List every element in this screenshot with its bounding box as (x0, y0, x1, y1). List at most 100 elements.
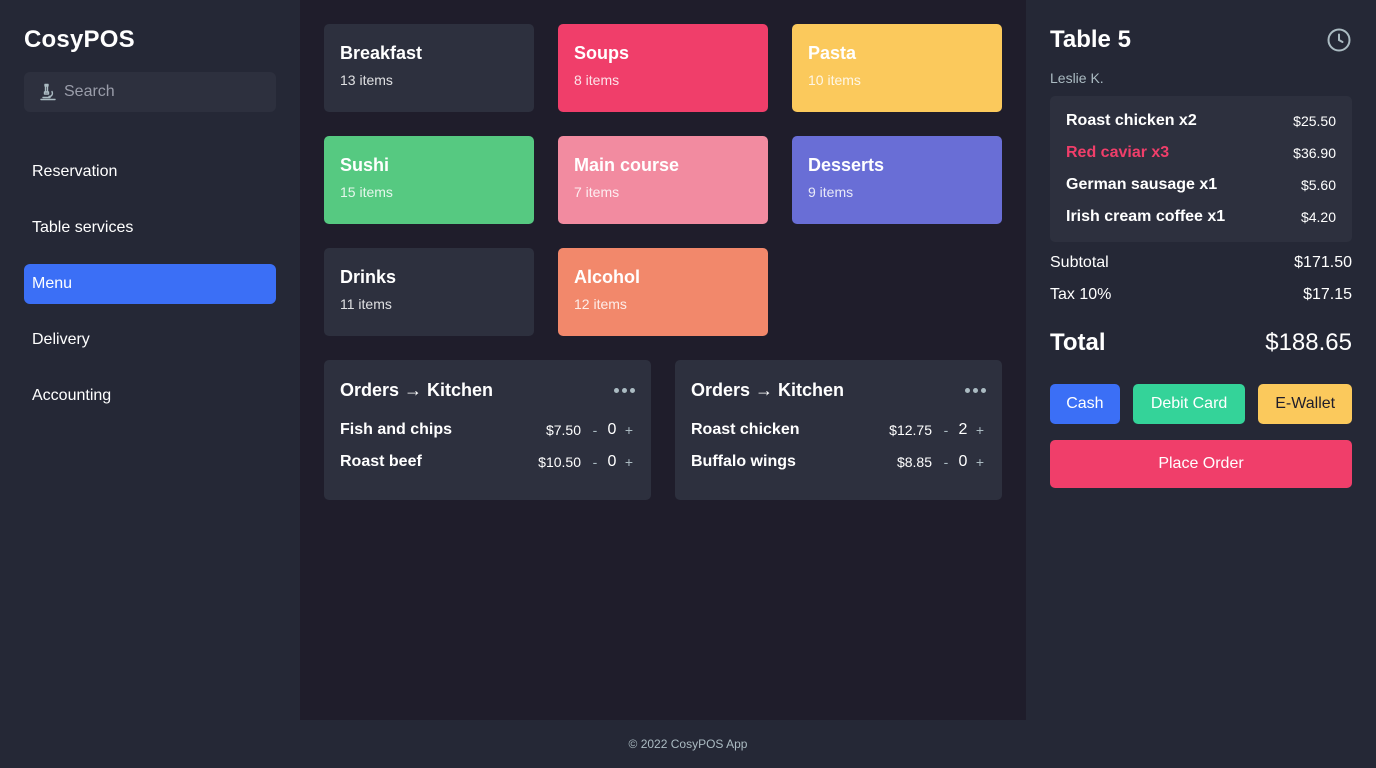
bill-item-name: Red caviar x3 (1066, 144, 1170, 161)
order-item-qty: 2 (958, 421, 968, 438)
category-card-breakfast[interactable]: Breakfast 13 items (324, 24, 534, 112)
order-item-name: Roast chicken (691, 421, 800, 438)
order-summary-panel: Table 5 Leslie K. Roast chicken x2 $25.5… (1026, 0, 1376, 720)
order-item-qty: 0 (958, 453, 968, 470)
decrement-button[interactable]: - (589, 422, 601, 438)
bill-item-price: $25.50 (1293, 113, 1336, 129)
footer: © 2022 CosyPOS App (0, 720, 1376, 768)
decrement-button[interactable]: - (940, 454, 952, 470)
category-card-drinks[interactable]: Drinks 11 items (324, 248, 534, 336)
debit-card-button[interactable]: Debit Card (1132, 384, 1246, 424)
bill-item-name: Roast chicken x2 (1066, 112, 1197, 129)
app-logo: CosyPOS (24, 26, 135, 53)
order-row: Fish and chips $7.50 - 0 + (340, 418, 635, 442)
kitchen-orders: Orders → Kitchen Fish and chips $7.50 - … (324, 360, 1002, 500)
category-name: Soups (574, 43, 630, 63)
table-title: Table 5 (1050, 26, 1131, 53)
category-card-main-course[interactable]: Main course 7 items (558, 136, 768, 224)
category-name: Main course (574, 155, 680, 175)
order-card-title: Orders → Kitchen (340, 379, 494, 400)
order-item-price: $12.75 (889, 422, 932, 438)
category-count: 11 items (340, 296, 392, 312)
category-count: 15 items (340, 184, 393, 200)
order-item-name: Fish and chips (340, 421, 453, 438)
order-item-name: Roast beef (340, 453, 422, 470)
order-card-title: Orders → Kitchen (691, 379, 845, 400)
category-count: 9 items (808, 184, 854, 200)
subtotal-value: $171.50 (1294, 254, 1352, 271)
nav-item-table-services[interactable]: Table services (24, 208, 276, 248)
payment-methods: Cash Debit Card E-Wallet (1050, 384, 1352, 424)
subtotal-label: Subtotal (1050, 254, 1109, 271)
increment-button[interactable]: + (623, 422, 635, 438)
search-box[interactable] (24, 72, 276, 112)
order-row: Roast chicken $12.75 - 2 + (691, 418, 986, 442)
cash-button[interactable]: Cash (1050, 384, 1120, 424)
nav-item-reservation[interactable]: Reservation (24, 152, 276, 192)
main-nav: Reservation Table services Menu Delivery… (24, 152, 276, 416)
microscope-icon (38, 82, 58, 102)
category-card-alcohol[interactable]: Alcohol 12 items (558, 248, 768, 336)
customer-name: Leslie K. (1050, 70, 1104, 86)
category-count: 10 items (808, 72, 861, 88)
more-options-icon[interactable] (965, 384, 986, 397)
category-card-soups[interactable]: Soups 8 items (558, 24, 768, 112)
category-name: Breakfast (340, 43, 423, 63)
order-item-price: $8.85 (896, 454, 932, 470)
category-count: 8 items (574, 72, 620, 88)
order-row: Roast beef $10.50 - 0 + (340, 450, 635, 474)
increment-button[interactable]: + (974, 454, 986, 470)
more-options-icon[interactable] (614, 384, 635, 397)
e-wallet-button[interactable]: E-Wallet (1258, 384, 1352, 424)
total-row: Total $188.65 (1050, 328, 1352, 358)
clock-icon[interactable] (1326, 27, 1352, 53)
category-name: Desserts (808, 155, 885, 175)
sidebar: CosyPOS Reservation Table services Menu … (0, 0, 300, 720)
bill-item-price: $4.20 (1300, 209, 1336, 225)
search-input[interactable] (64, 83, 264, 101)
category-name: Sushi (340, 155, 390, 175)
increment-button[interactable]: + (974, 422, 986, 438)
bill-item: German sausage x1 $5.60 (1066, 174, 1336, 196)
nav-item-menu[interactable]: Menu (24, 264, 276, 304)
bill-list: Roast chicken x2 $25.50 Red caviar x3 $3… (1050, 96, 1352, 242)
order-item-name: Buffalo wings (691, 453, 796, 470)
menu-main: Breakfast 13 items Soups 8 items Pasta 1… (300, 0, 1026, 720)
tax-row: Tax 10% $17.15 (1050, 286, 1352, 306)
category-count: 13 items (340, 72, 393, 88)
category-grid: Breakfast 13 items Soups 8 items Pasta 1… (324, 24, 1002, 336)
tax-value: $17.15 (1303, 286, 1352, 303)
category-name: Drinks (340, 267, 397, 287)
order-item-price: $10.50 (538, 454, 581, 470)
category-name: Alcohol (574, 267, 640, 287)
category-card-sushi[interactable]: Sushi 15 items (324, 136, 534, 224)
bill-item: Red caviar x3 $36.90 (1066, 142, 1336, 164)
bill-item-name: Irish cream coffee x1 (1066, 208, 1226, 225)
total-value: $188.65 (1265, 329, 1352, 356)
category-name: Pasta (808, 43, 857, 63)
subtotal-row: Subtotal $171.50 (1050, 254, 1352, 274)
order-card: Orders → Kitchen Roast chicken $12.75 - … (675, 360, 1002, 500)
increment-button[interactable]: + (623, 454, 635, 470)
nav-item-delivery[interactable]: Delivery (24, 320, 276, 360)
category-card-pasta[interactable]: Pasta 10 items (792, 24, 1002, 112)
category-count: 12 items (574, 296, 627, 312)
order-card: Orders → Kitchen Fish and chips $7.50 - … (324, 360, 651, 500)
bill-item-price: $36.90 (1293, 145, 1336, 161)
decrement-button[interactable]: - (940, 422, 952, 438)
category-card-desserts[interactable]: Desserts 9 items (792, 136, 1002, 224)
bill-item: Roast chicken x2 $25.50 (1066, 110, 1336, 132)
bill-item: Irish cream coffee x1 $4.20 (1066, 206, 1336, 228)
order-item-qty: 0 (607, 453, 617, 470)
bill-item-price: $5.60 (1300, 177, 1336, 193)
order-item-price: $7.50 (545, 422, 581, 438)
order-item-qty: 0 (607, 421, 617, 438)
decrement-button[interactable]: - (589, 454, 601, 470)
tax-label: Tax 10% (1050, 286, 1112, 303)
total-label: Total (1050, 329, 1106, 356)
order-row: Buffalo wings $8.85 - 0 + (691, 450, 986, 474)
nav-item-accounting[interactable]: Accounting (24, 376, 276, 416)
place-order-button[interactable]: Place Order (1050, 440, 1352, 488)
category-count: 7 items (574, 184, 620, 200)
bill-item-name: German sausage x1 (1066, 176, 1218, 193)
